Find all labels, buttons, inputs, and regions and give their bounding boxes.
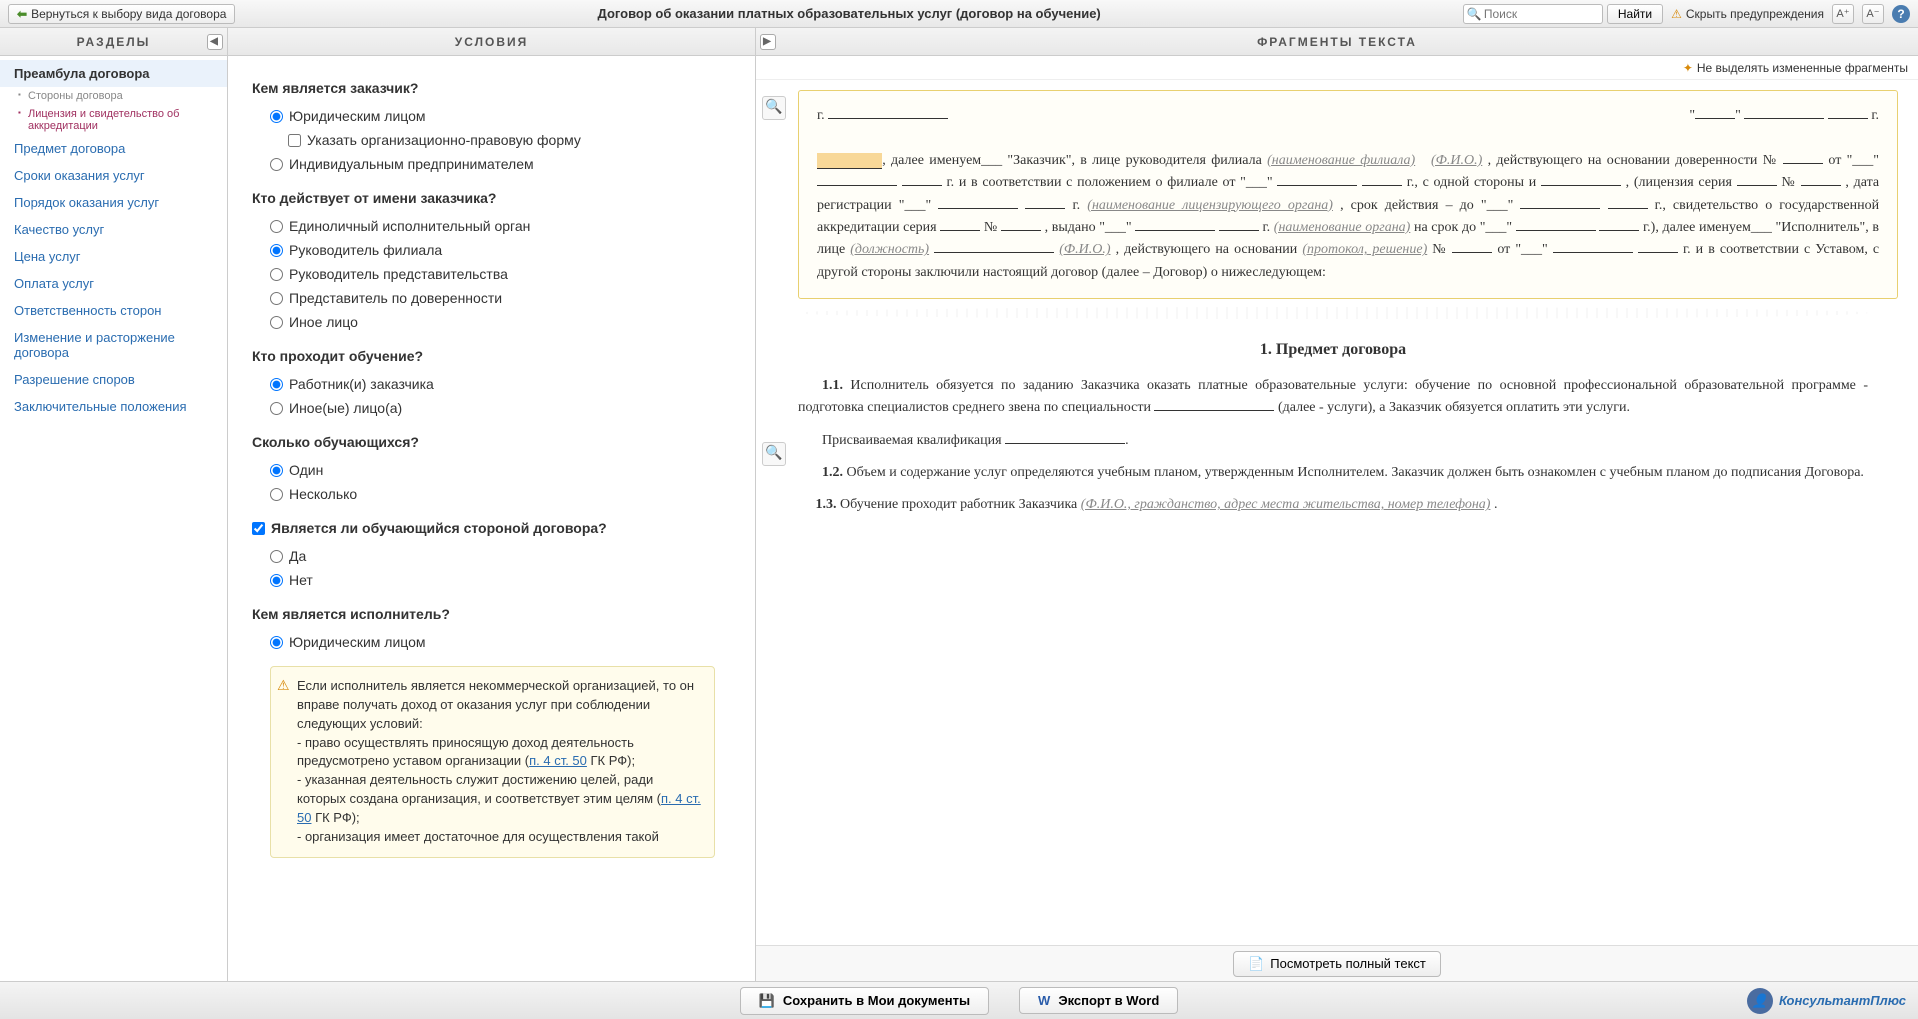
question-who-acts: Кто действует от имени заказчика? xyxy=(252,190,715,206)
expand-fragments-button[interactable]: ▶ xyxy=(760,34,776,50)
option-executive[interactable]: Единоличный исполнительный орган xyxy=(252,214,715,238)
bottom-bar: 💾 Сохранить в Мои документы W Экспорт в … xyxy=(0,981,1918,1019)
conditions-panel: УСЛОВИЯ Кем является заказчик? Юридическ… xyxy=(228,28,756,981)
save-to-my-docs-button[interactable]: 💾 Сохранить в Мои документы xyxy=(740,987,989,1015)
search-area: 🔍 Найти xyxy=(1463,4,1663,24)
highlight-off-icon: ✦ xyxy=(1683,61,1693,75)
section-item-disputes[interactable]: Разрешение споров xyxy=(0,366,227,393)
hide-warnings-label: Скрыть предупреждения xyxy=(1686,7,1824,21)
warning-icon: ⚠ xyxy=(277,675,290,695)
sections-sidebar: РАЗДЕЛЫ ◀ Преамбула договора Стороны дог… xyxy=(0,28,228,981)
view-full-bar: 📄 Посмотреть полный текст xyxy=(756,945,1918,981)
warning-off-icon: ⚠ xyxy=(1671,7,1682,21)
option-yes[interactable]: Да xyxy=(252,544,715,568)
warning-text: Если исполнитель является некоммерческой… xyxy=(297,677,702,847)
option-branch-head[interactable]: Руководитель филиала xyxy=(252,238,715,262)
section-item-preamble[interactable]: Преамбула договора xyxy=(0,60,227,87)
para-qualification: Присваиваемая квалификация . xyxy=(798,430,1868,452)
back-button[interactable]: ⬅ Вернуться к выбору вида договора xyxy=(8,4,235,24)
fragments-sub-toolbar: ✦ Не выделять измененные фрагменты xyxy=(756,56,1918,80)
section-item-quality[interactable]: Качество услуг xyxy=(0,216,227,243)
section-item-liability[interactable]: Ответственность сторон xyxy=(0,297,227,324)
option-individual-entrepreneur[interactable]: Индивидуальным предпринимателем xyxy=(252,152,715,176)
logo-icon: 👤 xyxy=(1747,988,1773,1014)
conditions-body[interactable]: Кем является заказчик? Юридическим лицом… xyxy=(228,56,755,981)
section-item-price[interactable]: Цена услуг xyxy=(0,243,227,270)
section-item-subject[interactable]: Предмет договора xyxy=(0,135,227,162)
help-button[interactable]: ? xyxy=(1892,5,1910,23)
section-item-payment[interactable]: Оплата услуг xyxy=(0,270,227,297)
edit-fragment-icon-2[interactable]: 🔍 xyxy=(762,442,786,466)
question-how-many: Сколько обучающихся? xyxy=(252,434,715,450)
page-title: Договор об оказании платных образователь… xyxy=(243,6,1454,21)
question-customer-type: Кем является заказчик? xyxy=(252,80,715,96)
section-divider xyxy=(798,307,1868,319)
save-icon: 💾 xyxy=(759,993,775,1009)
fragments-panel: ▶ ФРАГМЕНТЫ ТЕКСТА ✦ Не выделять изменен… xyxy=(756,28,1918,981)
back-arrow-icon: ⬅ xyxy=(17,7,27,21)
section-1-title: 1. Предмет договора xyxy=(768,337,1898,363)
section-item-amendment[interactable]: Изменение и расторжение договора xyxy=(0,324,227,366)
option-one[interactable]: Один xyxy=(252,458,715,482)
para-1-2: 1.2. Объем и содержание услуг определяют… xyxy=(798,462,1868,484)
sections-list: Преамбула договора Стороны договора Лице… xyxy=(0,56,227,424)
option-no[interactable]: Нет xyxy=(252,568,715,592)
option-other-student[interactable]: Иное(ые) лицо(а) xyxy=(252,396,715,420)
option-legal-entity[interactable]: Юридическим лицом xyxy=(252,104,715,128)
word-icon: W xyxy=(1038,993,1050,1008)
question-is-party[interactable]: Является ли обучающийся стороной договор… xyxy=(252,520,715,536)
section-item-final[interactable]: Заключительные положения xyxy=(0,393,227,420)
subsection-parties[interactable]: Стороны договора xyxy=(0,87,227,105)
no-highlight-toggle[interactable]: ✦ Не выделять измененные фрагменты xyxy=(1683,61,1908,75)
option-several[interactable]: Несколько xyxy=(252,482,715,506)
font-increase-button[interactable]: A⁺ xyxy=(1832,4,1854,24)
option-proxy[interactable]: Представитель по доверенности xyxy=(252,286,715,310)
collapse-sidebar-button[interactable]: ◀ xyxy=(207,34,223,50)
main-area: РАЗДЕЛЫ ◀ Преамбула договора Стороны дог… xyxy=(0,28,1918,981)
section-item-procedure[interactable]: Порядок оказания услуг xyxy=(0,189,227,216)
customer-name-field[interactable] xyxy=(817,153,882,169)
search-input[interactable] xyxy=(1463,4,1603,24)
link-gk-50-1[interactable]: п. 4 ст. 50 xyxy=(529,753,587,768)
question-contractor-type: Кем является исполнитель? xyxy=(252,606,715,622)
section-item-terms[interactable]: Сроки оказания услуг xyxy=(0,162,227,189)
option-employee[interactable]: Работник(и) заказчика xyxy=(252,372,715,396)
sections-header: РАЗДЕЛЫ ◀ xyxy=(0,28,227,56)
search-icon: 🔍 xyxy=(1467,7,1482,21)
question-who-studies: Кто проходит обучение? xyxy=(252,348,715,364)
view-full-text-button[interactable]: 📄 Посмотреть полный текст xyxy=(1233,951,1441,977)
para-1-1: 1.1. Исполнитель обязуется по заданию За… xyxy=(798,375,1868,420)
fragments-body[interactable]: 🔍 г. "" г. , далее именуем___ "Заказчик"… xyxy=(756,80,1918,945)
export-word-button[interactable]: W Экспорт в Word xyxy=(1019,987,1178,1014)
font-decrease-button[interactable]: A⁻ xyxy=(1862,4,1884,24)
option-other-person[interactable]: Иное лицо xyxy=(252,310,715,334)
edit-fragment-icon[interactable]: 🔍 xyxy=(762,96,786,120)
hide-warnings-toggle[interactable]: ⚠ Скрыть предупреждения xyxy=(1671,7,1824,21)
option-rep-head[interactable]: Руководитель представительства xyxy=(252,262,715,286)
logo-area[interactable]: 👤 КонсультантПлюс xyxy=(1747,988,1906,1014)
find-button[interactable]: Найти xyxy=(1607,4,1663,24)
subsection-license[interactable]: Лицензия и свидетельство об аккредитации xyxy=(0,105,227,135)
top-toolbar: ⬅ Вернуться к выбору вида договора Догов… xyxy=(0,0,1918,28)
para-1-3: 1.3. Обучение проходит работник Заказчик… xyxy=(798,494,1868,516)
back-label: Вернуться к выбору вида договора xyxy=(31,7,226,21)
fragments-header: ▶ ФРАГМЕНТЫ ТЕКСТА xyxy=(756,28,1918,56)
option-contractor-legal[interactable]: Юридическим лицом xyxy=(252,630,715,654)
sub-option-org-form[interactable]: Указать организационно-правовую форму xyxy=(252,128,715,152)
warning-box: ⚠ Если исполнитель является некоммерческ… xyxy=(270,666,715,858)
conditions-header: УСЛОВИЯ xyxy=(228,28,755,56)
document-icon: 📄 xyxy=(1248,956,1264,972)
preamble-fragment: г. "" г. , далее именуем___ "Заказчик", … xyxy=(798,90,1898,299)
